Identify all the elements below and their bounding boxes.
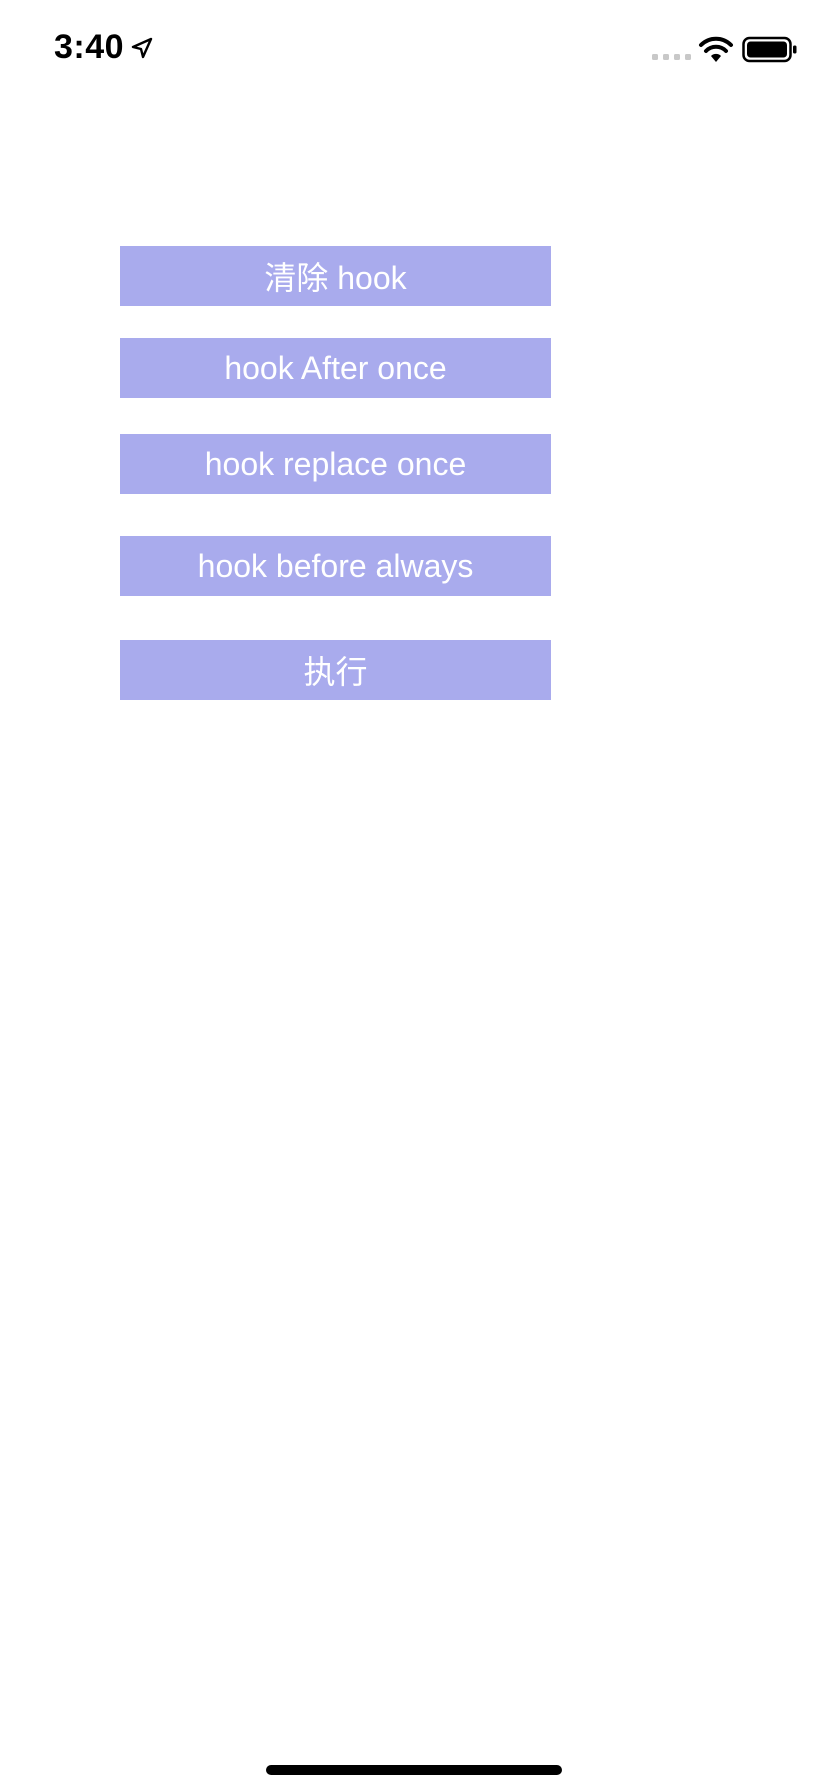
hook-before-always-button[interactable]: hook before always xyxy=(120,536,551,596)
hook-replace-once-button-label: hook replace once xyxy=(204,445,467,482)
battery-icon xyxy=(742,36,797,63)
status-time-group: 3:40 xyxy=(54,28,154,67)
execute-button-label: 执行 xyxy=(303,654,368,690)
status-bar: 3:40 xyxy=(0,0,828,100)
wifi-icon xyxy=(699,36,733,62)
hook-after-once-button[interactable]: hook After once xyxy=(120,338,551,398)
home-indicator[interactable] xyxy=(266,1765,562,1775)
cellular-signal-icon xyxy=(652,54,691,60)
clear-hook-button-label: 清除 hook xyxy=(264,260,407,296)
status-time: 3:40 xyxy=(54,28,125,66)
location-arrow-icon xyxy=(131,37,153,58)
hook-after-once-button-label: hook After once xyxy=(224,349,447,386)
clear-hook-button[interactable]: 清除 hook xyxy=(120,246,551,306)
hook-replace-once-button[interactable]: hook replace once xyxy=(120,434,551,494)
hook-before-always-button-label: hook before always xyxy=(197,547,474,584)
execute-button[interactable]: 执行 xyxy=(120,640,551,700)
